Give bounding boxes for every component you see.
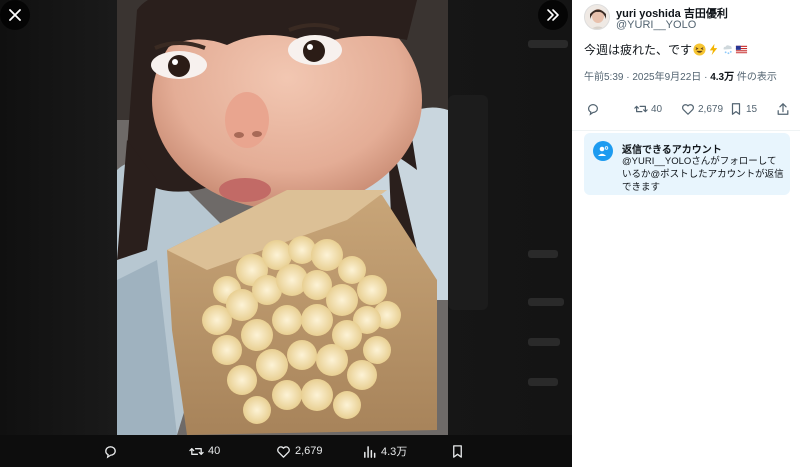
tweet-text: 今週は疲れた、です	[584, 41, 748, 58]
double-chevron-right-icon	[547, 9, 559, 21]
high-voltage-icon	[709, 43, 718, 56]
like-button[interactable]: 2,679	[681, 98, 723, 120]
background-card	[448, 95, 488, 310]
bookmark-button[interactable]: 15	[729, 98, 757, 120]
bookmark-icon	[453, 444, 462, 458]
views-count: 4.3万	[381, 446, 408, 458]
views-button[interactable]: 4.3万	[362, 435, 407, 467]
retweet-icon	[189, 447, 204, 455]
person-at-icon	[598, 146, 609, 156]
reply-restriction-body: @YURI__YOLOさんがフォローしているか@ポストしたアカウントが返信できま…	[622, 156, 784, 193]
heart-icon	[682, 104, 694, 115]
media-action-bar: 40 2,679 4.3万	[0, 435, 572, 467]
share-icon	[777, 103, 789, 115]
reply-restriction-notice: 返信できるアカウント @YURI__YOLOさんがフォローしているか@ポストした…	[584, 133, 790, 195]
tweet-detail-panel: yuri yoshida 吉田優利 @YURI__YOLO 今週は疲れた、です …	[572, 0, 800, 467]
close-icon	[9, 9, 21, 21]
us-flag-icon	[735, 45, 748, 54]
bookmark-button[interactable]	[450, 435, 465, 467]
like-count: 2,679	[698, 103, 724, 115]
bookmark-count: 15	[746, 103, 758, 115]
retweet-icon	[634, 105, 648, 113]
retweet-count: 40	[651, 103, 663, 115]
background-line	[528, 338, 560, 346]
user-handle[interactable]: @YURI__YOLO	[616, 19, 696, 31]
background-line	[528, 40, 568, 48]
close-button[interactable]	[0, 0, 30, 30]
retweet-button[interactable]: 40	[189, 435, 220, 467]
cloud-with-snow-icon	[723, 45, 732, 55]
background-line	[528, 250, 558, 258]
reply-restriction-title: 返信できるアカウント	[622, 145, 722, 156]
avatar[interactable]	[584, 4, 610, 30]
divider	[572, 130, 800, 131]
tweet-actions: 40 2,679 15	[572, 98, 800, 120]
like-button[interactable]: 2,679	[276, 435, 323, 467]
tweet-views-label: 件の表示	[736, 72, 777, 83]
like-count: 2,679	[295, 445, 323, 457]
bookmark-icon	[731, 103, 741, 115]
retweet-count: 40	[208, 445, 221, 457]
reply-icon	[588, 104, 598, 116]
tweet-views-count: 4.3万	[710, 72, 735, 83]
tweet-time[interactable]: 午前5:39	[584, 72, 623, 83]
reply-button[interactable]	[586, 98, 603, 120]
reply-icon	[105, 445, 116, 459]
expand-panel-button[interactable]	[538, 0, 568, 30]
share-button[interactable]	[776, 98, 790, 120]
media-viewer: 40 2,679 4.3万	[0, 0, 572, 467]
tweet-photo[interactable]	[117, 0, 448, 435]
reply-restriction-icon-badge	[593, 141, 613, 161]
tweet-text-body: 今週は疲れた、です	[584, 43, 693, 57]
grinning-squinting-face-icon	[693, 43, 706, 56]
background-line	[528, 378, 558, 386]
reply-button[interactable]	[103, 435, 122, 467]
retweet-button[interactable]: 40	[634, 98, 662, 120]
bar-chart-icon	[364, 445, 376, 458]
tweet-metadata: 午前5:39 · 2025年9月22日 · 4.3万 件の表示	[584, 68, 777, 83]
background-line	[528, 298, 564, 306]
tweet-date[interactable]: 2025年9月22日	[632, 72, 701, 83]
heart-icon	[277, 445, 290, 458]
